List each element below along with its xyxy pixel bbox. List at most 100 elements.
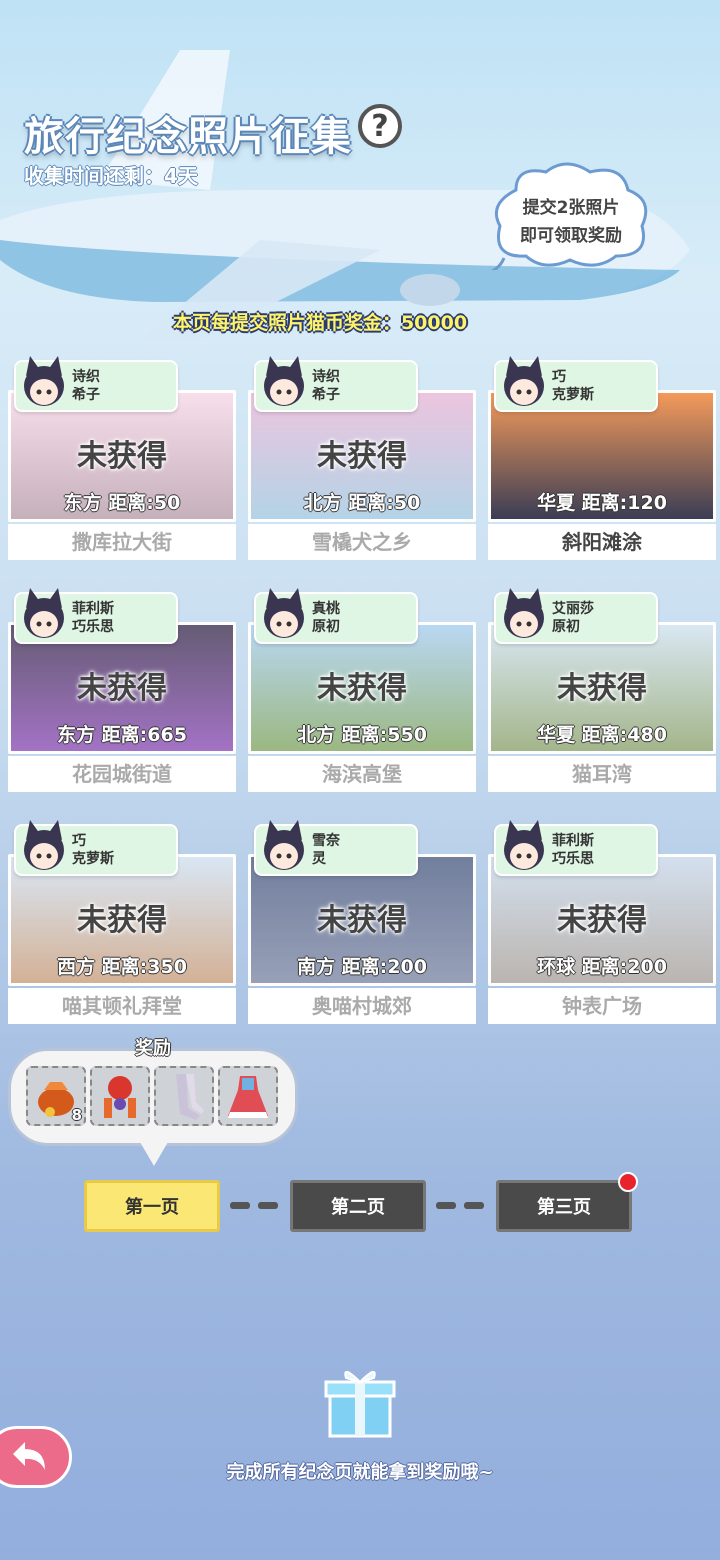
character-name-1: 真桃 <box>312 601 340 617</box>
location-name: 奥喵村城郊 <box>248 988 476 1024</box>
photo-card[interactable]: 未获得西方 距离:350 喵其顿礼拜堂 巧克萝斯 <box>8 820 236 1024</box>
character-avatar-icon <box>504 820 544 870</box>
character-tag: 巧克萝斯 <box>494 356 658 412</box>
location-name: 猫耳湾 <box>488 756 716 792</box>
stockings-icon <box>176 1074 204 1120</box>
help-button[interactable]: ? <box>358 104 402 148</box>
character-avatar-icon <box>264 588 304 638</box>
photo-card[interactable]: 未获得东方 距离:50 撒库拉大街 诗织希子 <box>8 356 236 560</box>
page-tab-3[interactable]: 第三页 <box>496 1180 632 1232</box>
status-label: 未获得 <box>317 439 407 474</box>
location-name: 撒库拉大街 <box>8 524 236 560</box>
character-name-2: 希子 <box>312 387 340 403</box>
character-avatar-icon <box>264 356 304 406</box>
status-label: 未获得 <box>77 439 167 474</box>
page-title: 旅行纪念照片征集 <box>24 114 352 160</box>
character-tag: 菲利斯 巧乐思 <box>14 588 178 644</box>
page-tab-1[interactable]: 第一页 <box>84 1180 220 1232</box>
character-name-1: 菲利斯 <box>72 601 114 617</box>
character-name-1: 诗织 <box>72 369 100 385</box>
location-name: 斜阳滩涂 <box>488 524 716 560</box>
status-label: 未获得 <box>317 671 407 706</box>
reward-count: 8 <box>71 1106 82 1124</box>
character-name-2: 克萝斯 <box>552 387 594 403</box>
photo-card[interactable]: 未获得北方 距离:50 雪橇犬之乡 诗织希子 <box>248 356 476 560</box>
distance-label: 北方 距离:50 <box>303 492 421 514</box>
photo-card[interactable]: 华夏 距离:120 斜阳滩涂 巧克萝斯 <box>488 356 716 560</box>
collection-timer: 收集时间还剩：4天 <box>24 164 198 188</box>
page-connector <box>436 1202 456 1209</box>
location-name: 雪橇犬之乡 <box>248 524 476 560</box>
lantern-ornament-icon <box>104 1076 136 1118</box>
distance-label: 北方 距离:550 <box>297 724 427 746</box>
character-name-1: 艾丽莎 <box>552 601 594 617</box>
photo-card[interactable]: 未获得南方 距离:200 奥喵村城郊 雪奈灵 <box>248 820 476 1024</box>
location-name: 喵其顿礼拜堂 <box>8 988 236 1024</box>
reward-item-costume[interactable] <box>218 1066 278 1126</box>
character-tag: 巧克萝斯 <box>14 820 178 876</box>
tip-bubble: 提交2张照片 即可领取奖励 <box>486 160 656 270</box>
page-connector <box>258 1202 278 1209</box>
character-avatar-icon <box>504 356 544 406</box>
character-tag: 真桃 原初 <box>254 588 418 644</box>
photo-card[interactable]: 未获得华夏 距离:480 猫耳湾 艾丽莎原初 <box>488 588 716 792</box>
character-avatar-icon <box>504 588 544 638</box>
rewards-label: 奖励 <box>135 1038 171 1059</box>
location-name: 钟表广场 <box>488 988 716 1024</box>
character-name-1: 雪奈 <box>312 833 340 849</box>
character-name-1: 巧 <box>552 369 566 385</box>
back-button[interactable] <box>0 1426 72 1488</box>
footer-hint: 完成所有纪念页就能拿到奖励哦~ <box>226 1462 494 1483</box>
location-name: 海滨高堡 <box>248 756 476 792</box>
back-arrow-icon <box>13 1442 45 1470</box>
bonus-banner: 本页每提交照片猫币奖金：50000 <box>172 312 468 334</box>
bubble-line-1: 提交2张照片 <box>522 198 620 218</box>
character-avatar-icon <box>24 820 64 870</box>
gift-box-icon[interactable] <box>322 1364 398 1440</box>
location-name: 花园城街道 <box>8 756 236 792</box>
distance-label: 西方 距离:350 <box>57 956 187 978</box>
distance-label: 环球 距离:200 <box>537 956 667 978</box>
page-connector <box>464 1202 484 1209</box>
character-name-1: 巧 <box>72 833 86 849</box>
character-name-2: 原初 <box>552 619 580 635</box>
status-label: 未获得 <box>317 903 407 938</box>
character-avatar-icon <box>264 820 304 870</box>
character-name-1: 诗织 <box>312 369 340 385</box>
character-name-2: 克萝斯 <box>72 851 114 867</box>
photo-card[interactable]: 未获得北方 距离:550 海滨高堡 真桃原初 <box>248 588 476 792</box>
distance-label: 东方 距离:665 <box>57 724 187 746</box>
character-name-1: 菲利斯 <box>552 833 594 849</box>
character-tag: 菲利斯 巧乐思 <box>494 820 658 876</box>
status-label: 未获得 <box>77 903 167 938</box>
character-tag: 诗织 希子 <box>14 356 178 412</box>
costume-dress-icon <box>228 1076 268 1118</box>
reward-item-lantern[interactable] <box>90 1066 150 1126</box>
distance-label: 南方 距离:200 <box>297 956 427 978</box>
character-tag: 艾丽莎 原初 <box>494 588 658 644</box>
page-connector <box>230 1202 250 1209</box>
status-label: 未获得 <box>77 671 167 706</box>
reward-item-stockings[interactable] <box>154 1066 214 1126</box>
bubble-line-2: 即可领取奖励 <box>520 226 622 246</box>
photo-card[interactable]: 未获得东方 距离:665 花园城街道 菲利斯巧乐思 <box>8 588 236 792</box>
distance-label: 华夏 距离:480 <box>537 724 667 746</box>
character-name-2: 希子 <box>72 387 100 403</box>
notification-dot <box>618 1172 638 1192</box>
character-name-2: 巧乐思 <box>552 851 594 867</box>
character-name-2: 灵 <box>312 851 326 867</box>
status-label: 未获得 <box>557 903 647 938</box>
character-name-2: 巧乐思 <box>72 619 114 635</box>
rewards-panel-tail <box>140 1142 168 1166</box>
character-avatar-icon <box>24 588 64 638</box>
reward-item-coin-pouch[interactable]: 8 <box>26 1066 86 1126</box>
page-tab-2[interactable]: 第二页 <box>290 1180 426 1232</box>
character-tag: 诗织 希子 <box>254 356 418 412</box>
status-label: 未获得 <box>557 671 647 706</box>
distance-label: 东方 距离:50 <box>63 492 181 514</box>
character-tag: 雪奈灵 <box>254 820 418 876</box>
character-name-2: 原初 <box>312 619 340 635</box>
character-avatar-icon <box>24 356 64 406</box>
photo-card[interactable]: 未获得环球 距离:200 钟表广场 菲利斯巧乐思 <box>488 820 716 1024</box>
distance-label: 华夏 距离:120 <box>537 492 667 514</box>
